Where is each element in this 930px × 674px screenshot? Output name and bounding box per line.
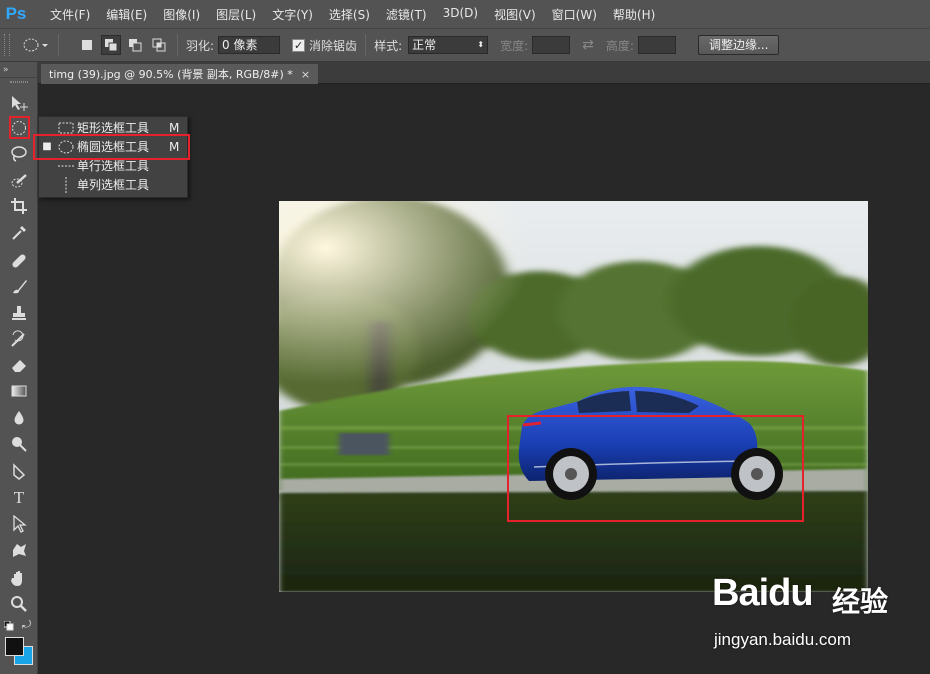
single-row-marquee-icon [55, 163, 77, 169]
new-selection-button[interactable] [77, 35, 97, 55]
ellipse-preset-icon [23, 38, 48, 52]
style-label: 样式: [374, 38, 403, 53]
history-brush-tool-icon[interactable] [8, 328, 30, 350]
document-tabs: timg (39).jpg @ 90.5% (背景 副本, RGB/8#) * … [38, 62, 930, 84]
subtract-selection-icon [129, 39, 142, 52]
antialias-checkbox[interactable]: ✓ 消除锯齿 [292, 37, 357, 54]
flyout-item-single-column-marquee[interactable]: 单列选框工具 [39, 175, 189, 194]
crop-tool-icon[interactable] [8, 195, 30, 217]
lasso-tool-icon[interactable] [8, 143, 30, 165]
tools-grip[interactable] [10, 81, 28, 83]
separator [365, 34, 367, 56]
menu-window[interactable]: 窗口(W) [544, 6, 605, 23]
blur-tool-icon[interactable] [8, 407, 30, 429]
new-selection-icon [82, 40, 92, 50]
menu-help[interactable]: 帮助(H) [605, 6, 663, 23]
path-selection-tool-icon[interactable] [8, 513, 30, 535]
menu-edit[interactable]: 编辑(E) [98, 6, 155, 23]
tools-panel-collapse-icon[interactable]: » [0, 62, 37, 78]
hand-tool-icon[interactable] [8, 567, 30, 589]
feather-input[interactable]: 0 像素 [218, 36, 281, 54]
intersect-selection-icon [152, 38, 166, 52]
swap-colors-icon[interactable]: ⤾ [22, 618, 31, 632]
style-select[interactable]: 正常 ⬍ [408, 36, 489, 54]
height-input[interactable] [637, 36, 676, 54]
quick-selection-tool-icon[interactable] [8, 170, 30, 192]
healing-brush-tool-icon[interactable] [8, 250, 30, 272]
menu-file[interactable]: 文件(F) [42, 6, 98, 23]
dropdown-arrow-icon: ⬍ [477, 40, 485, 49]
document-tab[interactable]: timg (39).jpg @ 90.5% (背景 副本, RGB/8#) * … [41, 64, 319, 84]
menu-layer[interactable]: 图层(L) [208, 6, 264, 23]
flyout-item-label: 单列选框工具 [77, 178, 150, 192]
eraser-tool-icon[interactable] [8, 354, 30, 376]
eyedropper-tool-icon[interactable] [8, 222, 30, 244]
flyout-highlight-box [33, 134, 190, 160]
height-label: 高度: [605, 38, 634, 53]
single-column-marquee-icon [55, 176, 77, 193]
subtract-selection-button[interactable] [125, 35, 145, 55]
width-label: 宽度: [500, 38, 529, 53]
type-tool-icon[interactable]: T [8, 487, 30, 509]
flyout-item-key: M [169, 120, 180, 135]
menu-bar: Ps 文件(F) 编辑(E) 图像(I) 图层(L) 文字(Y) 选择(S) 滤… [0, 0, 930, 28]
tool-highlight-box [9, 116, 30, 139]
canvas-image[interactable] [279, 201, 868, 592]
check-icon: ✓ [292, 38, 306, 52]
foreground-color-swatch[interactable] [5, 637, 24, 656]
main-menu: 文件(F) 编辑(E) 图像(I) 图层(L) 文字(Y) 选择(S) 滤镜(T… [42, 6, 663, 23]
close-icon[interactable]: × [301, 68, 310, 81]
dodge-tool-icon[interactable] [8, 433, 30, 455]
menu-select[interactable]: 选择(S) [321, 6, 378, 23]
menu-3d[interactable]: 3D(D) [435, 6, 486, 23]
add-selection-icon [105, 39, 118, 52]
separator [177, 34, 178, 56]
zoom-tool-icon[interactable] [8, 593, 30, 615]
brush-tool-icon[interactable] [8, 276, 30, 298]
style-value: 正常 [412, 38, 437, 52]
document-title: timg (39).jpg @ 90.5% (背景 副本, RGB/8#) * [49, 68, 293, 81]
antialias-label: 消除锯齿 [309, 38, 358, 53]
menu-view[interactable]: 视图(V) [486, 6, 544, 23]
baidu-watermark: Baidu 经验 jingyan.baidu.com [712, 572, 892, 662]
separator [58, 34, 59, 56]
move-tool-icon[interactable] [8, 92, 30, 114]
pen-tool-icon[interactable] [8, 461, 30, 483]
watermark-url: jingyan.baidu.com [714, 630, 852, 649]
watermark-cn: 经验 [832, 585, 889, 618]
menu-type[interactable]: 文字(Y) [264, 6, 321, 23]
watermark-logo: Baidu [712, 572, 814, 614]
width-input[interactable] [532, 36, 571, 54]
intersect-selection-button[interactable] [149, 35, 169, 55]
swap-icon[interactable]: ⇄ [582, 37, 594, 53]
options-bar: 羽化: 0 像素 ✓ 消除锯齿 样式: 正常 ⬍ 宽度: ⇄ 高度: 调整边缘.… [0, 28, 930, 62]
default-colors-icon[interactable] [3, 620, 14, 631]
rect-marquee-icon [55, 122, 77, 134]
refine-edge-button[interactable]: 调整边缘... [697, 35, 780, 55]
menu-image[interactable]: 图像(I) [155, 6, 208, 23]
car-highlight-box [507, 415, 804, 522]
tool-preset-picker[interactable] [20, 35, 50, 55]
clone-stamp-tool-icon[interactable] [8, 302, 30, 324]
selection-mode-group [77, 35, 169, 55]
menu-filter[interactable]: 滤镜(T) [378, 6, 435, 23]
gradient-tool-icon[interactable] [8, 380, 30, 402]
add-selection-button[interactable] [101, 35, 121, 55]
custom-shape-tool-icon[interactable] [8, 539, 30, 561]
options-grip[interactable] [4, 34, 10, 56]
ps-logo: Ps [5, 4, 27, 23]
feather-label: 羽化: [186, 38, 215, 53]
